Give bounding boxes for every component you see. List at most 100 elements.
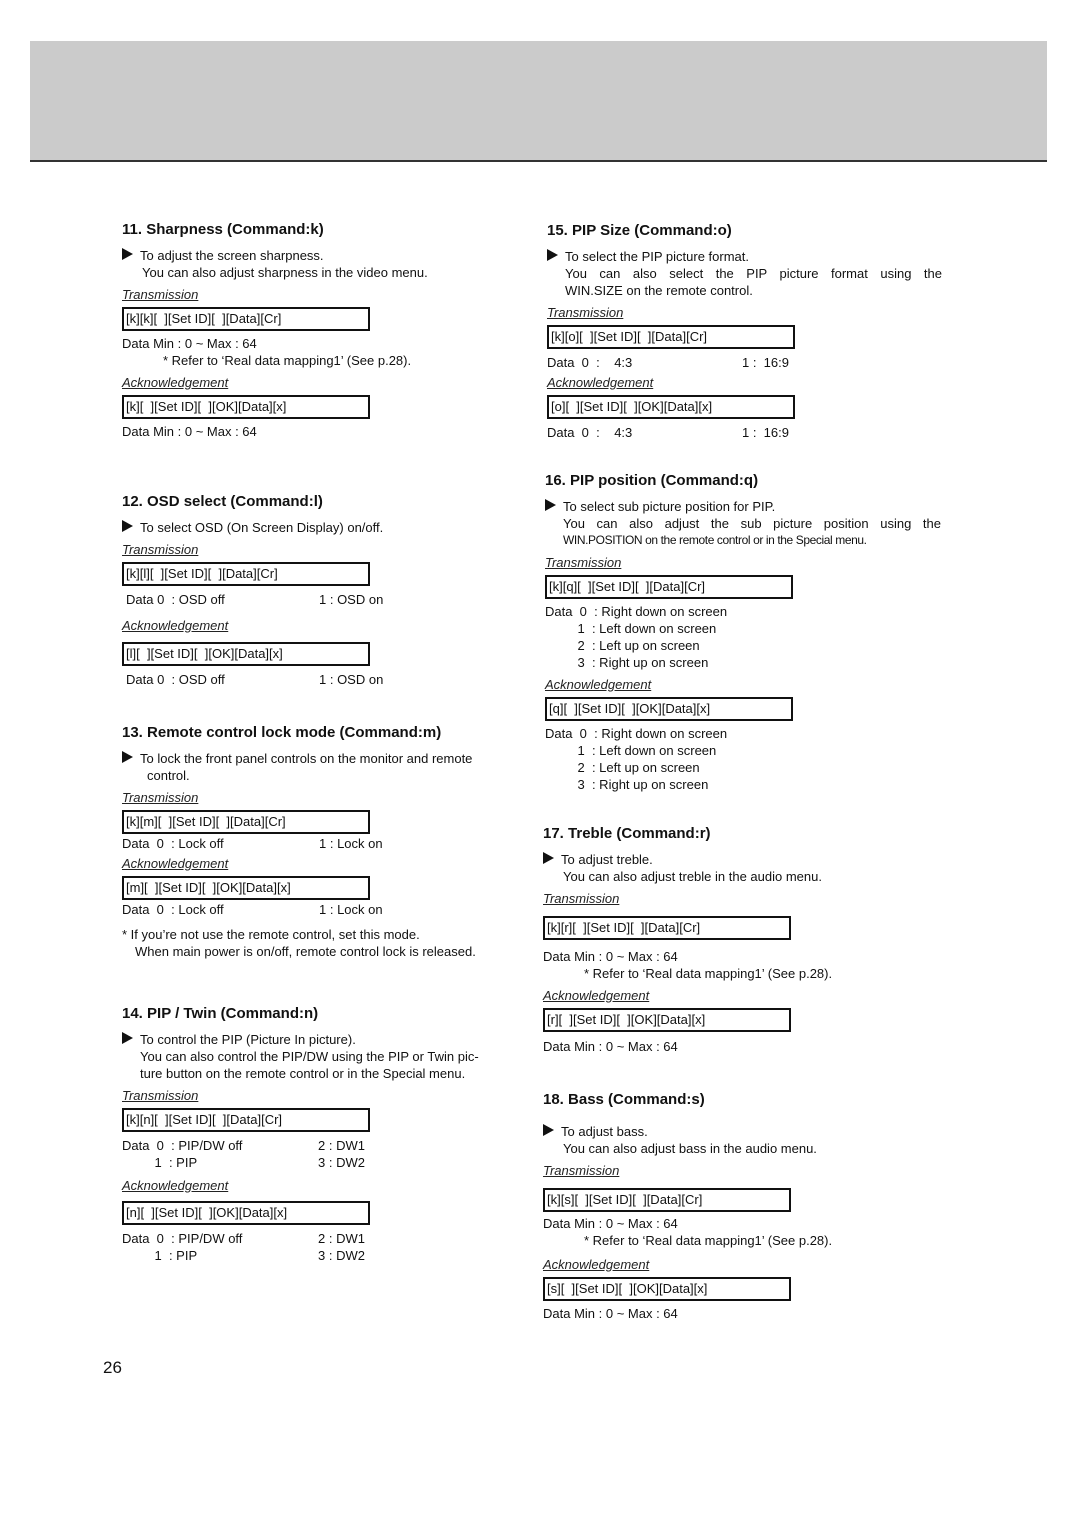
bullet-triangle-icon: [122, 520, 133, 532]
section-remote-lock: 13. Remote control lock mode (Command:m)…: [122, 724, 532, 960]
data-value: Data 0 : PIP/DW off: [122, 1138, 243, 1153]
acknowledgement-format-box: [l][ ][Set ID][ ][OK][Data][x]: [122, 642, 370, 666]
data-row: Data 0 : Lock off 1 : Lock on: [122, 901, 532, 918]
data-row: 2 : Left up on screen: [545, 759, 941, 776]
data-value-0: Data 0 : Lock off: [122, 836, 224, 851]
data-value: 1 : PIP: [122, 1248, 198, 1263]
data-value-1: 1 : 16:9: [742, 425, 789, 440]
bullet-triangle-icon: [543, 852, 554, 864]
desc-line: To select the PIP picture format.: [565, 249, 750, 264]
bullet-triangle-icon: [547, 249, 558, 261]
desc-line: You can also adjust bass in the audio me…: [563, 1141, 817, 1156]
section-title: 17. Treble (Command:r): [543, 825, 711, 842]
page-number: 26: [103, 1358, 122, 1377]
data-row: 3 : Right up on screen: [545, 654, 941, 671]
data-value: Data 0 : Right down on screen: [545, 604, 728, 619]
data-value: 3 : Right up on screen: [545, 655, 709, 670]
section-description: To control the PIP (Picture In picture).…: [122, 1031, 522, 1082]
data-value-0: Data 0 : OSD off: [126, 592, 225, 607]
desc-line: You can also adjust sharpness in the vid…: [142, 265, 428, 280]
data-value-1: 1 : OSD on: [319, 672, 384, 687]
transmission-label: Transmission: [543, 891, 620, 906]
section-description: To adjust treble. You can also adjust tr…: [543, 851, 943, 885]
data-value: Data 0 : Right down on screen: [545, 726, 728, 741]
data-row: Data 0 : 4:3 1 : 16:9: [547, 354, 942, 371]
data-value-1: 1 : OSD on: [319, 592, 384, 607]
section-title: 18. Bass (Command:s): [543, 1091, 705, 1108]
section-title: 12. OSD select (Command:l): [122, 493, 323, 510]
section-title: 15. PIP Size (Command:o): [547, 222, 732, 239]
desc-line: WIN.SIZE on the remote control.: [565, 283, 753, 298]
data-row: 1 : PIP 3 : DW2: [122, 1247, 522, 1264]
data-row: Data 0 : PIP/DW off 2 : DW1: [122, 1137, 522, 1154]
data-value-1: 1 : 16:9: [742, 355, 789, 370]
desc-line: You can also adjust the sub picture posi…: [563, 516, 941, 531]
data-note: * Refer to ‘Real data mapping1’ (See p.2…: [584, 966, 833, 981]
transmission-format-box: [k][k][ ][Set ID][ ][Data][Cr]: [122, 307, 370, 331]
data-value: 1 : Left down on screen: [545, 743, 717, 758]
section-description: To adjust bass. You can also adjust bass…: [543, 1123, 943, 1157]
acknowledgement-format-box: [q][ ][Set ID][ ][OK][Data][x]: [545, 697, 793, 721]
data-range: Data Min : 0 ~ Max : 64: [543, 949, 678, 964]
bullet-triangle-icon: [122, 751, 133, 763]
data-row: 3 : Right up on screen: [545, 776, 941, 793]
acknowledgement-label: Acknowledgement: [122, 1178, 229, 1193]
section-sharpness: 11. Sharpness (Command:k) To adjust the …: [122, 221, 522, 440]
desc-line: To control the PIP (Picture In picture).: [140, 1032, 356, 1047]
data-row: Data 0 : PIP/DW off 2 : DW1: [122, 1230, 522, 1247]
data-row: 2 : Left up on screen: [545, 637, 941, 654]
desc-line: control.: [147, 768, 190, 783]
section-description: To adjust the screen sharpness. You can …: [122, 247, 522, 281]
footnote: * If you’re not use the remote control, …: [122, 927, 420, 942]
desc-line: To adjust treble.: [561, 852, 653, 867]
data-range: Data Min : 0 ~ Max : 64: [543, 1216, 678, 1231]
bullet-triangle-icon: [122, 1032, 133, 1044]
data-value: 1 : PIP: [122, 1155, 198, 1170]
section-title: 14. PIP / Twin (Command:n): [122, 1005, 319, 1022]
section-bass: 18. Bass (Command:s) To adjust bass. You…: [543, 1091, 943, 1322]
acknowledgement-format-box: [s][ ][Set ID][ ][OK][Data][x]: [543, 1277, 791, 1301]
data-note: * Refer to ‘Real data mapping1’ (See p.2…: [163, 353, 412, 368]
data-note: * Refer to ‘Real data mapping1’ (See p.2…: [584, 1233, 833, 1248]
acknowledgement-format-box: [n][ ][Set ID][ ][OK][Data][x]: [122, 1201, 370, 1225]
data-value: 2 : DW1: [318, 1231, 365, 1246]
transmission-label: Transmission: [122, 542, 199, 557]
section-pip-twin: 14. PIP / Twin (Command:n) To control th…: [122, 1005, 522, 1264]
data-value-0: Data 0 : 4:3: [547, 355, 633, 370]
acknowledgement-label: Acknowledgement: [122, 618, 229, 633]
desc-line: You can also select the PIP picture form…: [565, 266, 942, 281]
acknowledgement-label: Acknowledgement: [547, 375, 654, 390]
transmission-format-box: [k][o][ ][Set ID][ ][Data][Cr]: [547, 325, 795, 349]
transmission-format-box: [k][m][ ][Set ID][ ][Data][Cr]: [122, 810, 370, 834]
bullet-triangle-icon: [122, 248, 133, 260]
transmission-label: Transmission: [122, 790, 199, 805]
data-row: 1 : Left down on screen: [545, 620, 941, 637]
bullet-triangle-icon: [543, 1124, 554, 1136]
data-row: Data 0 : Right down on screen: [545, 725, 941, 742]
footnote: When main power is on/off, remote contro…: [135, 944, 476, 959]
section-title: 13. Remote control lock mode (Command:m): [122, 724, 442, 741]
section-pip-size: 15. PIP Size (Command:o) To select the P…: [547, 222, 942, 441]
acknowledgement-label: Acknowledgement: [122, 856, 229, 871]
data-row: 1 : PIP 3 : DW2: [122, 1154, 522, 1171]
transmission-label: Transmission: [547, 305, 624, 320]
data-value: 3 : Right up on screen: [545, 777, 709, 792]
section-description: To select OSD (On Screen Display) on/off…: [122, 519, 522, 536]
transmission-format-box: [k][s][ ][Set ID][ ][Data][Cr]: [543, 1188, 791, 1212]
data-row: Data 0 : Lock off 1 : Lock on: [122, 835, 532, 852]
desc-line: To lock the front panel controls on the …: [140, 751, 473, 766]
acknowledgement-format-box: [k][ ][Set ID][ ][OK][Data][x]: [122, 395, 370, 419]
transmission-label: Transmission: [543, 1163, 620, 1178]
data-row: Data 0 : OSD off 1 : OSD on: [122, 671, 522, 688]
section-treble: 17. Treble (Command:r) To adjust treble.…: [543, 825, 943, 1055]
section-description: To lock the front panel controls on the …: [122, 750, 532, 784]
data-value: 2 : Left up on screen: [545, 760, 700, 775]
section-title: 16. PIP position (Command:q): [545, 472, 759, 489]
acknowledgement-label: Acknowledgement: [122, 375, 229, 390]
data-row: Data 0 : Right down on screen: [545, 603, 941, 620]
section-description: To select the PIP picture format. You ca…: [547, 248, 942, 299]
transmission-format-box: [k][n][ ][Set ID][ ][Data][Cr]: [122, 1108, 370, 1132]
data-range: Data Min : 0 ~ Max : 64: [122, 424, 257, 439]
acknowledgement-label: Acknowledgement: [543, 988, 650, 1003]
acknowledgement-label: Acknowledgement: [543, 1257, 650, 1272]
